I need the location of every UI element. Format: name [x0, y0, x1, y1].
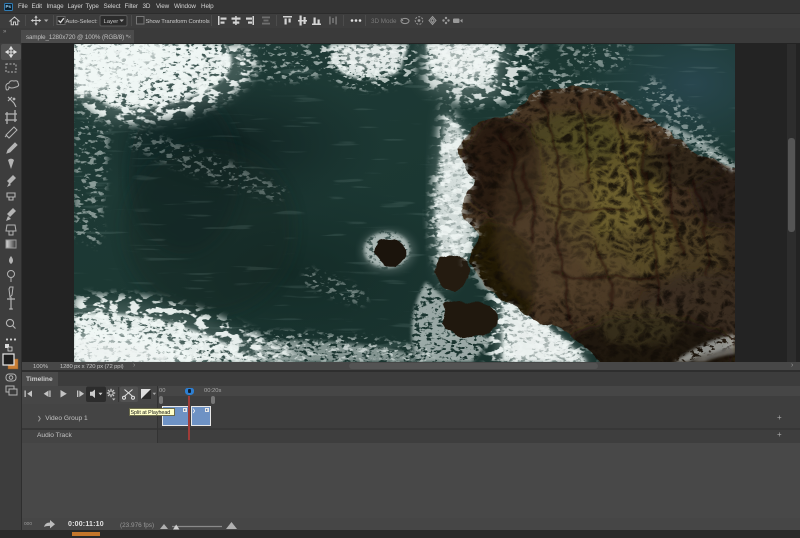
- svg-text:Layer: Layer: [104, 19, 119, 25]
- svg-text:Show Transform Controls: Show Transform Controls: [146, 19, 210, 25]
- svg-text:3D Mode: 3D Mode: [371, 18, 397, 25]
- svg-text:Auto-Select:: Auto-Select:: [66, 19, 98, 25]
